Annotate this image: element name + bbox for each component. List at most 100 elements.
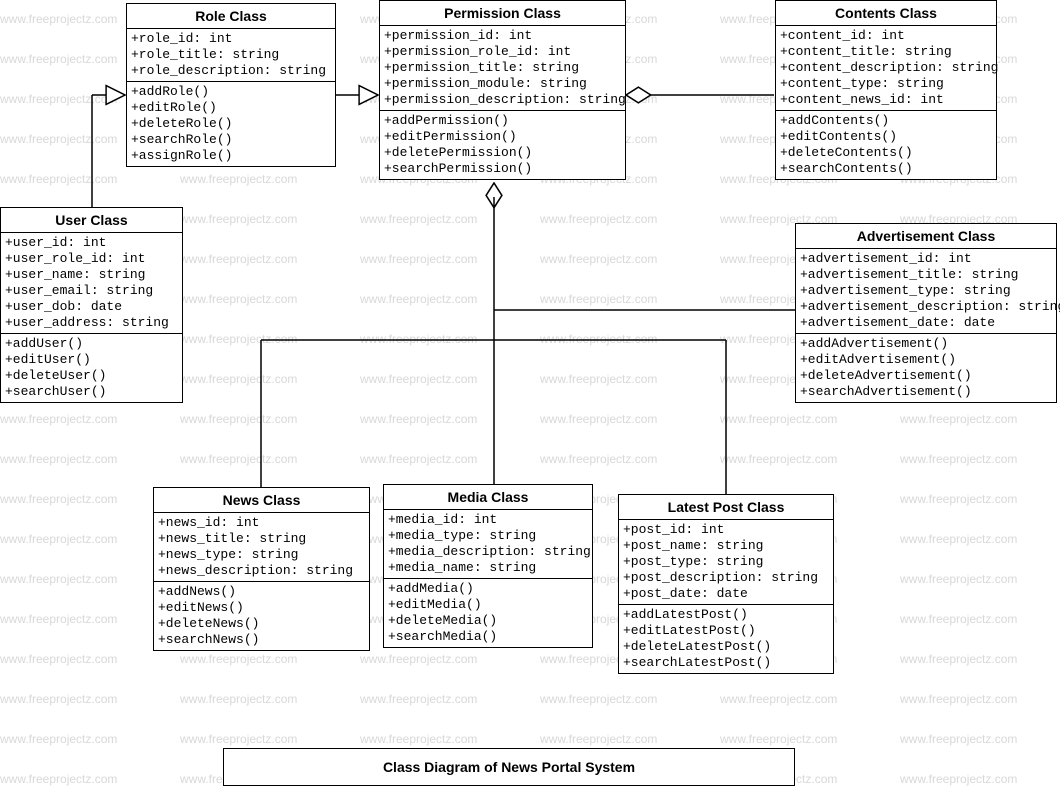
watermark: www.freeprojectz.com: [0, 572, 117, 586]
watermark: www.freeprojectz.com: [900, 452, 1017, 466]
watermark: www.freeprojectz.com: [900, 492, 1017, 506]
watermark: www.freeprojectz.com: [720, 732, 837, 746]
class-role: Role Class +role_id: int+role_title: str…: [126, 3, 336, 167]
watermark: www.freeprojectz.com: [180, 732, 297, 746]
watermark: www.freeprojectz.com: [180, 212, 297, 226]
class-member: +content_description: string: [780, 60, 992, 76]
watermark: www.freeprojectz.com: [180, 252, 297, 266]
watermark: www.freeprojectz.com: [180, 652, 297, 666]
class-member: +permission_module: string: [384, 76, 621, 92]
class-member: +searchContents(): [780, 161, 992, 177]
class-attributes: +permission_id: int+permission_role_id: …: [380, 26, 625, 111]
class-operations: +addMedia()+editMedia()+deleteMedia()+se…: [384, 579, 592, 647]
class-member: +user_name: string: [5, 267, 178, 283]
class-title: Permission Class: [380, 1, 625, 26]
class-operations: +addUser()+editUser()+deleteUser()+searc…: [1, 334, 182, 402]
watermark: www.freeprojectz.com: [900, 732, 1017, 746]
watermark: www.freeprojectz.com: [180, 332, 297, 346]
watermark: www.freeprojectz.com: [180, 372, 297, 386]
watermark: www.freeprojectz.com: [360, 332, 477, 346]
class-title: Role Class: [127, 4, 335, 29]
watermark: www.freeprojectz.com: [0, 652, 117, 666]
class-title: Contents Class: [776, 1, 996, 26]
watermark: www.freeprojectz.com: [900, 612, 1017, 626]
class-attributes: +content_id: int+content_title: string+c…: [776, 26, 996, 111]
class-member: +permission_id: int: [384, 28, 621, 44]
class-member: +news_id: int: [158, 515, 365, 531]
watermark: www.freeprojectz.com: [360, 452, 477, 466]
class-member: +permission_title: string: [384, 60, 621, 76]
diagram-caption: Class Diagram of News Portal System: [223, 748, 795, 786]
class-member: +addNews(): [158, 584, 365, 600]
watermark: www.freeprojectz.com: [900, 652, 1017, 666]
class-member: +searchPermission(): [384, 161, 621, 177]
class-member: +deleteContents(): [780, 145, 992, 161]
class-attributes: +advertisement_id: int+advertisement_tit…: [796, 249, 1056, 334]
class-member: +post_description: string: [623, 570, 829, 586]
class-title: Media Class: [384, 485, 592, 510]
class-user: User Class +user_id: int+user_role_id: i…: [0, 207, 183, 403]
watermark: www.freeprojectz.com: [180, 452, 297, 466]
class-member: +searchMedia(): [388, 629, 588, 645]
watermark: www.freeprojectz.com: [540, 332, 657, 346]
class-member: +addLatestPost(): [623, 607, 829, 623]
class-member: +deletePermission(): [384, 145, 621, 161]
class-member: +advertisement_title: string: [800, 267, 1052, 283]
class-news: News Class +news_id: int+news_title: str…: [153, 487, 370, 651]
watermark: www.freeprojectz.com: [360, 732, 477, 746]
class-operations: +addRole()+editRole()+deleteRole()+searc…: [127, 82, 335, 166]
class-attributes: +media_id: int+media_type: string+media_…: [384, 510, 592, 579]
class-operations: +addLatestPost()+editLatestPost()+delete…: [619, 605, 833, 673]
class-attributes: +post_id: int+post_name: string+post_typ…: [619, 520, 833, 605]
watermark: www.freeprojectz.com: [360, 212, 477, 226]
class-member: +post_type: string: [623, 554, 829, 570]
class-member: +role_description: string: [131, 63, 331, 79]
class-member: +editAdvertisement(): [800, 352, 1052, 368]
class-member: +news_type: string: [158, 547, 365, 563]
watermark: www.freeprojectz.com: [540, 292, 657, 306]
class-title: News Class: [154, 488, 369, 513]
watermark: www.freeprojectz.com: [0, 452, 117, 466]
class-media: Media Class +media_id: int+media_type: s…: [383, 484, 593, 648]
watermark: www.freeprojectz.com: [0, 772, 117, 786]
watermark: www.freeprojectz.com: [540, 452, 657, 466]
class-operations: +addAdvertisement()+editAdvertisement()+…: [796, 334, 1056, 402]
class-member: +editContents(): [780, 129, 992, 145]
watermark: www.freeprojectz.com: [360, 692, 477, 706]
class-operations: +addNews()+editNews()+deleteNews()+searc…: [154, 582, 369, 650]
class-member: +post_name: string: [623, 538, 829, 554]
watermark: www.freeprojectz.com: [0, 12, 117, 26]
class-member: +post_date: date: [623, 586, 829, 602]
watermark: www.freeprojectz.com: [360, 292, 477, 306]
class-attributes: +role_id: int+role_title: string+role_de…: [127, 29, 335, 82]
watermark: www.freeprojectz.com: [0, 412, 117, 426]
class-member: +user_dob: date: [5, 299, 178, 315]
watermark: www.freeprojectz.com: [180, 412, 297, 426]
watermark: www.freeprojectz.com: [540, 732, 657, 746]
watermark: www.freeprojectz.com: [360, 652, 477, 666]
class-attributes: +user_id: int+user_role_id: int+user_nam…: [1, 233, 182, 334]
class-contents: Contents Class +content_id: int+content_…: [775, 0, 997, 180]
class-member: +permission_role_id: int: [384, 44, 621, 60]
class-member: +content_type: string: [780, 76, 992, 92]
class-member: +addAdvertisement(): [800, 336, 1052, 352]
class-member: +searchNews(): [158, 632, 365, 648]
watermark: www.freeprojectz.com: [720, 452, 837, 466]
class-member: +searchRole(): [131, 132, 331, 148]
class-member: +addUser(): [5, 336, 178, 352]
class-member: +media_type: string: [388, 528, 588, 544]
watermark: www.freeprojectz.com: [900, 572, 1017, 586]
watermark: www.freeprojectz.com: [540, 212, 657, 226]
class-member: +user_address: string: [5, 315, 178, 331]
class-member: +searchLatestPost(): [623, 655, 829, 671]
class-member: +editPermission(): [384, 129, 621, 145]
class-member: +deleteMedia(): [388, 613, 588, 629]
class-member: +role_id: int: [131, 31, 331, 47]
class-attributes: +news_id: int+news_title: string+news_ty…: [154, 513, 369, 582]
class-member: +addPermission(): [384, 113, 621, 129]
class-latestpost: Latest Post Class +post_id: int+post_nam…: [618, 494, 834, 674]
class-member: +addRole(): [131, 84, 331, 100]
class-operations: +addContents()+editContents()+deleteCont…: [776, 111, 996, 179]
class-member: +permission_description: string: [384, 92, 621, 108]
watermark: www.freeprojectz.com: [0, 692, 117, 706]
